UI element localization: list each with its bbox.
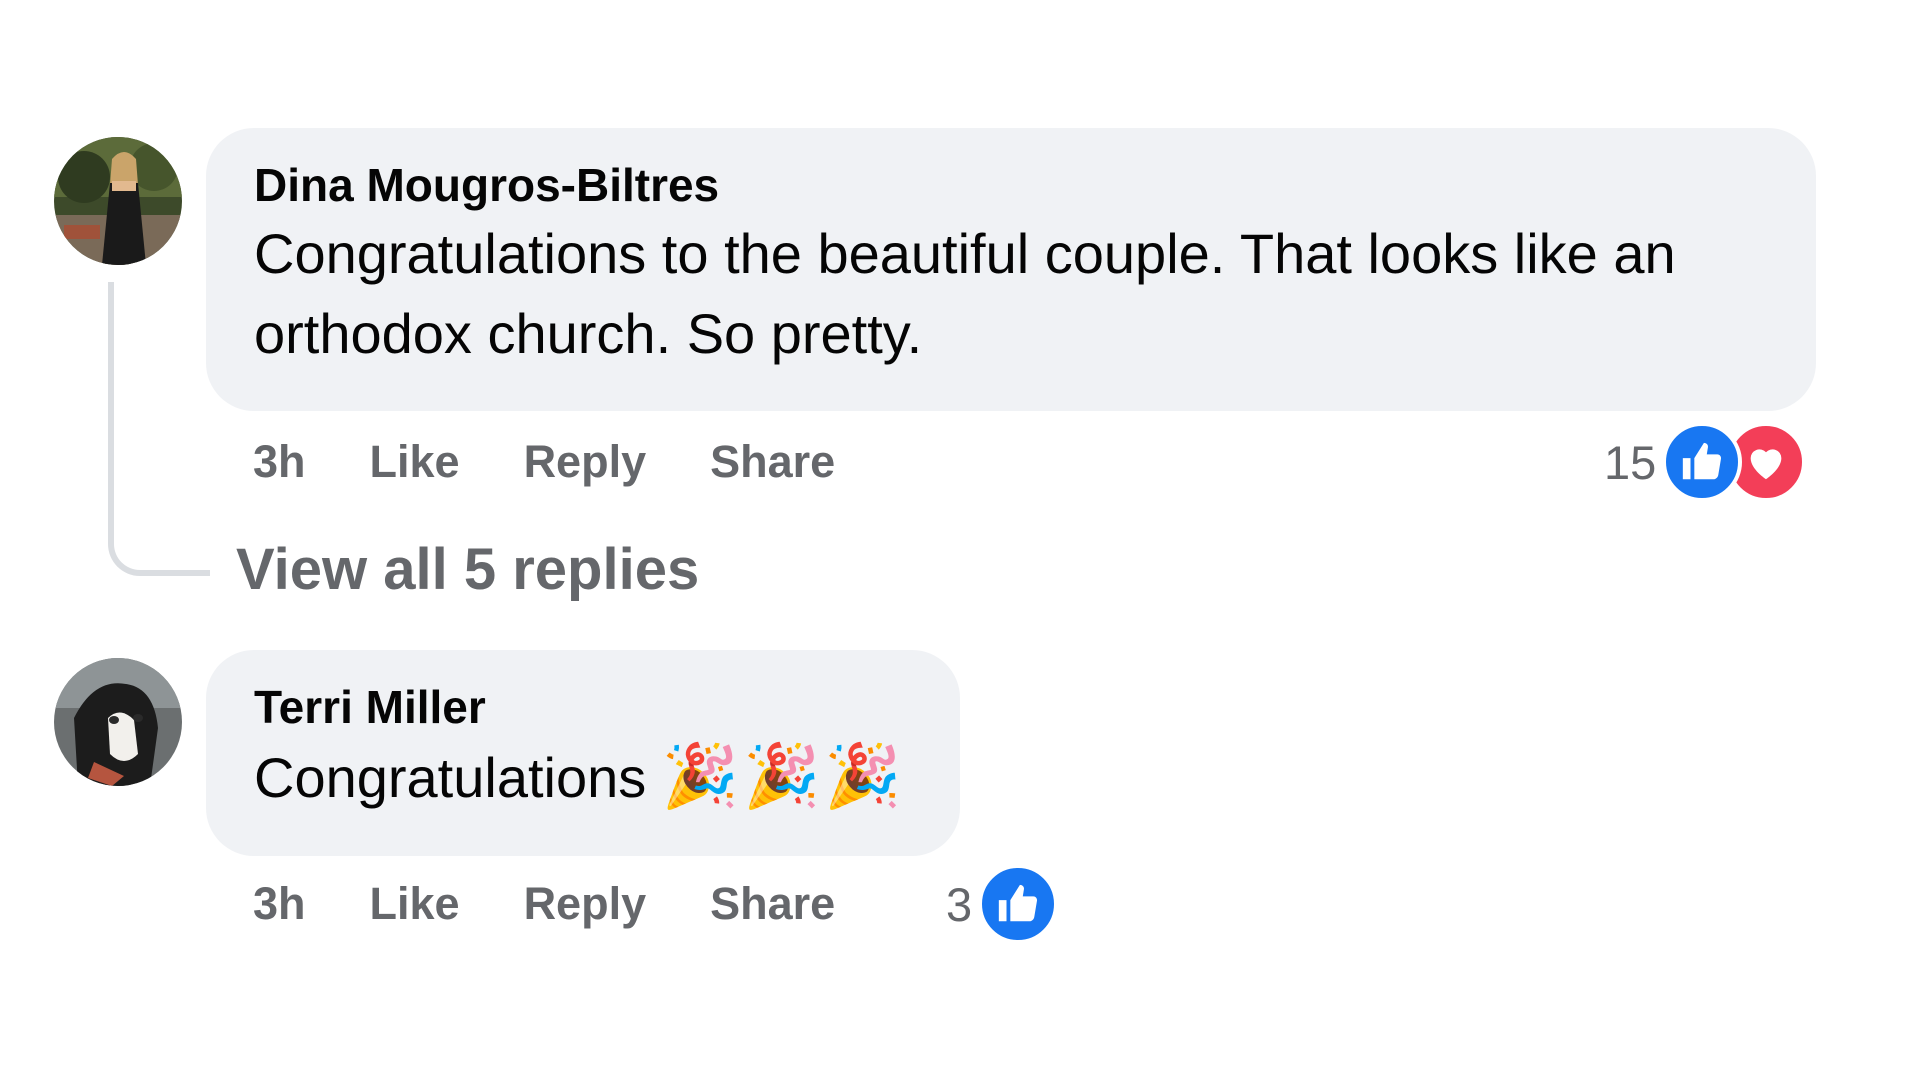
reply-button[interactable]: Reply	[524, 436, 647, 488]
like-icon	[978, 864, 1059, 944]
comment-text-body: Congratulations	[254, 746, 647, 809]
avatar-terri[interactable]	[54, 658, 182, 786]
comment-text: Congratulations to the beautiful couple.…	[254, 222, 1676, 365]
avatar-image	[54, 658, 182, 786]
comment-bubble: Dina Mougros-Biltres Congratulations to …	[206, 128, 1816, 411]
comment-bubble: Terri Miller Congratulations 🎉🎉🎉	[206, 650, 960, 856]
reply-thread-line	[108, 282, 210, 576]
reaction-summary[interactable]: 3	[946, 864, 1059, 944]
comment-actions: 3h Like Reply Share	[253, 432, 899, 492]
party-popper-icon: 🎉🎉🎉	[661, 739, 906, 812]
comment-timestamp[interactable]: 3h	[253, 436, 306, 488]
comment-text: Congratulations 🎉🎉🎉	[254, 736, 914, 818]
like-icon	[1662, 422, 1743, 502]
like-button[interactable]: Like	[370, 436, 460, 488]
comment-timestamp[interactable]: 3h	[253, 878, 306, 930]
view-replies-link[interactable]: View all 5 replies	[236, 536, 699, 603]
comment-author[interactable]: Dina Mougros-Biltres	[254, 158, 1770, 212]
like-button[interactable]: Like	[370, 878, 460, 930]
reaction-summary[interactable]: 15	[1604, 422, 1807, 502]
share-button[interactable]: Share	[710, 436, 835, 488]
comment-actions: 3h Like Reply Share	[253, 874, 899, 934]
share-button[interactable]: Share	[710, 878, 835, 930]
reaction-count: 15	[1604, 435, 1657, 489]
reply-button[interactable]: Reply	[524, 878, 647, 930]
comment-author[interactable]: Terri Miller	[254, 680, 914, 734]
avatar-dina[interactable]	[54, 137, 182, 265]
avatar-image	[54, 137, 182, 265]
reaction-count: 3	[946, 877, 973, 931]
